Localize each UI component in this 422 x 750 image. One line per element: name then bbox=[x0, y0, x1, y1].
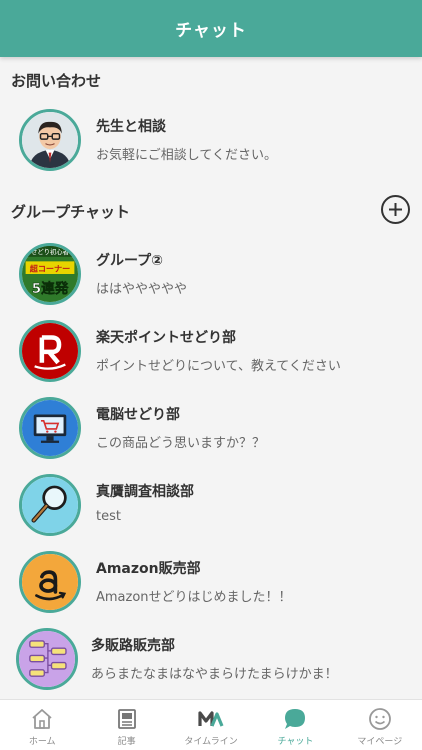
tab-mypage[interactable]: マイページ bbox=[338, 700, 422, 750]
add-group-button[interactable] bbox=[381, 195, 410, 224]
inquiry-teacher-item[interactable]: 先生と相談 お気軽にご相談してください。 bbox=[0, 107, 422, 179]
mypage-icon bbox=[367, 706, 393, 732]
tab-label: ホーム bbox=[28, 737, 56, 747]
group-last-message: この商品どう思いますか？？ bbox=[96, 436, 266, 451]
timeline-icon bbox=[198, 706, 224, 732]
group-chat-item[interactable]: 真贋調査相談部 test bbox=[0, 472, 422, 544]
group-title: 真贋調査相談部 bbox=[96, 484, 194, 500]
article-icon bbox=[114, 706, 140, 732]
inquiry-item-subtitle: お気軽にご相談してください。 bbox=[96, 148, 277, 163]
tab-articles[interactable]: 記事 bbox=[84, 700, 168, 750]
flowchart-icon bbox=[16, 628, 78, 690]
page-title: チャット bbox=[175, 21, 247, 41]
group-chat-item[interactable]: せどり初心者 超コーナー 5連発 グループ② ははややややや bbox=[0, 241, 422, 313]
group-last-message: Amazonせどりはじめました！！ bbox=[96, 590, 292, 605]
inquiry-section-title: お問い合わせ bbox=[11, 72, 102, 90]
chat-list[interactable]: お問い合わせ 先生と相談 お気軽にご相談してください。 グループチャット せどり… bbox=[0, 57, 422, 699]
group-last-message: あらまたなまはなやまらけたまらけかま！ bbox=[91, 667, 338, 682]
group-title: 楽天ポイントせどり部 bbox=[96, 330, 236, 346]
avatar-text-top: せどり初心者 bbox=[31, 247, 69, 256]
plus-icon bbox=[389, 203, 402, 216]
app-header: チャット bbox=[0, 0, 422, 57]
group-chat-item[interactable]: 電脳せどり部 この商品どう思いますか？？ bbox=[0, 395, 422, 467]
rakuten-icon bbox=[19, 320, 81, 382]
group-chat-item[interactable]: 多販路販売部 あらまたなまはなやまらけたまらけかま！ bbox=[0, 626, 422, 698]
home-icon bbox=[29, 706, 55, 732]
group-title: 電脳せどり部 bbox=[96, 407, 180, 423]
group-chat-item[interactable]: 楽天ポイントせどり部 ポイントせどりについて、教えてください bbox=[0, 318, 422, 390]
group-title: Amazon販売部 bbox=[96, 561, 201, 577]
inquiry-item-title: 先生と相談 bbox=[96, 119, 166, 135]
tab-label: 記事 bbox=[117, 737, 136, 747]
group-title: グループ② bbox=[96, 253, 164, 269]
bottom-tab-bar: ホーム 記事 タイムライン チャット マイページ bbox=[0, 699, 422, 750]
teacher-avatar bbox=[19, 109, 81, 171]
computer-cart-icon bbox=[19, 397, 81, 459]
avatar-text-bottom: 5連発 bbox=[32, 280, 69, 297]
group-chat-item[interactable]: Amazon販売部 Amazonせどりはじめました！！ bbox=[0, 549, 422, 621]
group-last-message: test bbox=[96, 509, 121, 524]
tab-chat[interactable]: チャット bbox=[253, 700, 337, 750]
group-last-message: ははややややや bbox=[96, 282, 188, 297]
group-title: 多販路販売部 bbox=[91, 638, 175, 654]
avatar-text-mid: 超コーナー bbox=[29, 263, 71, 273]
group-last-message: ポイントせどりについて、教えてください bbox=[96, 359, 341, 374]
chat-icon bbox=[282, 706, 308, 732]
tab-timeline[interactable]: タイムライン bbox=[169, 700, 253, 750]
tab-label: マイページ bbox=[357, 737, 403, 747]
magnifier-icon bbox=[19, 474, 81, 536]
tab-home[interactable]: ホーム bbox=[0, 700, 84, 750]
tab-label: タイムライン bbox=[184, 737, 238, 747]
group-section-title: グループチャット bbox=[11, 203, 130, 221]
amazon-icon bbox=[19, 551, 81, 613]
tab-label: チャット bbox=[277, 737, 314, 747]
group-avatar: せどり初心者 超コーナー 5連発 bbox=[19, 243, 81, 305]
